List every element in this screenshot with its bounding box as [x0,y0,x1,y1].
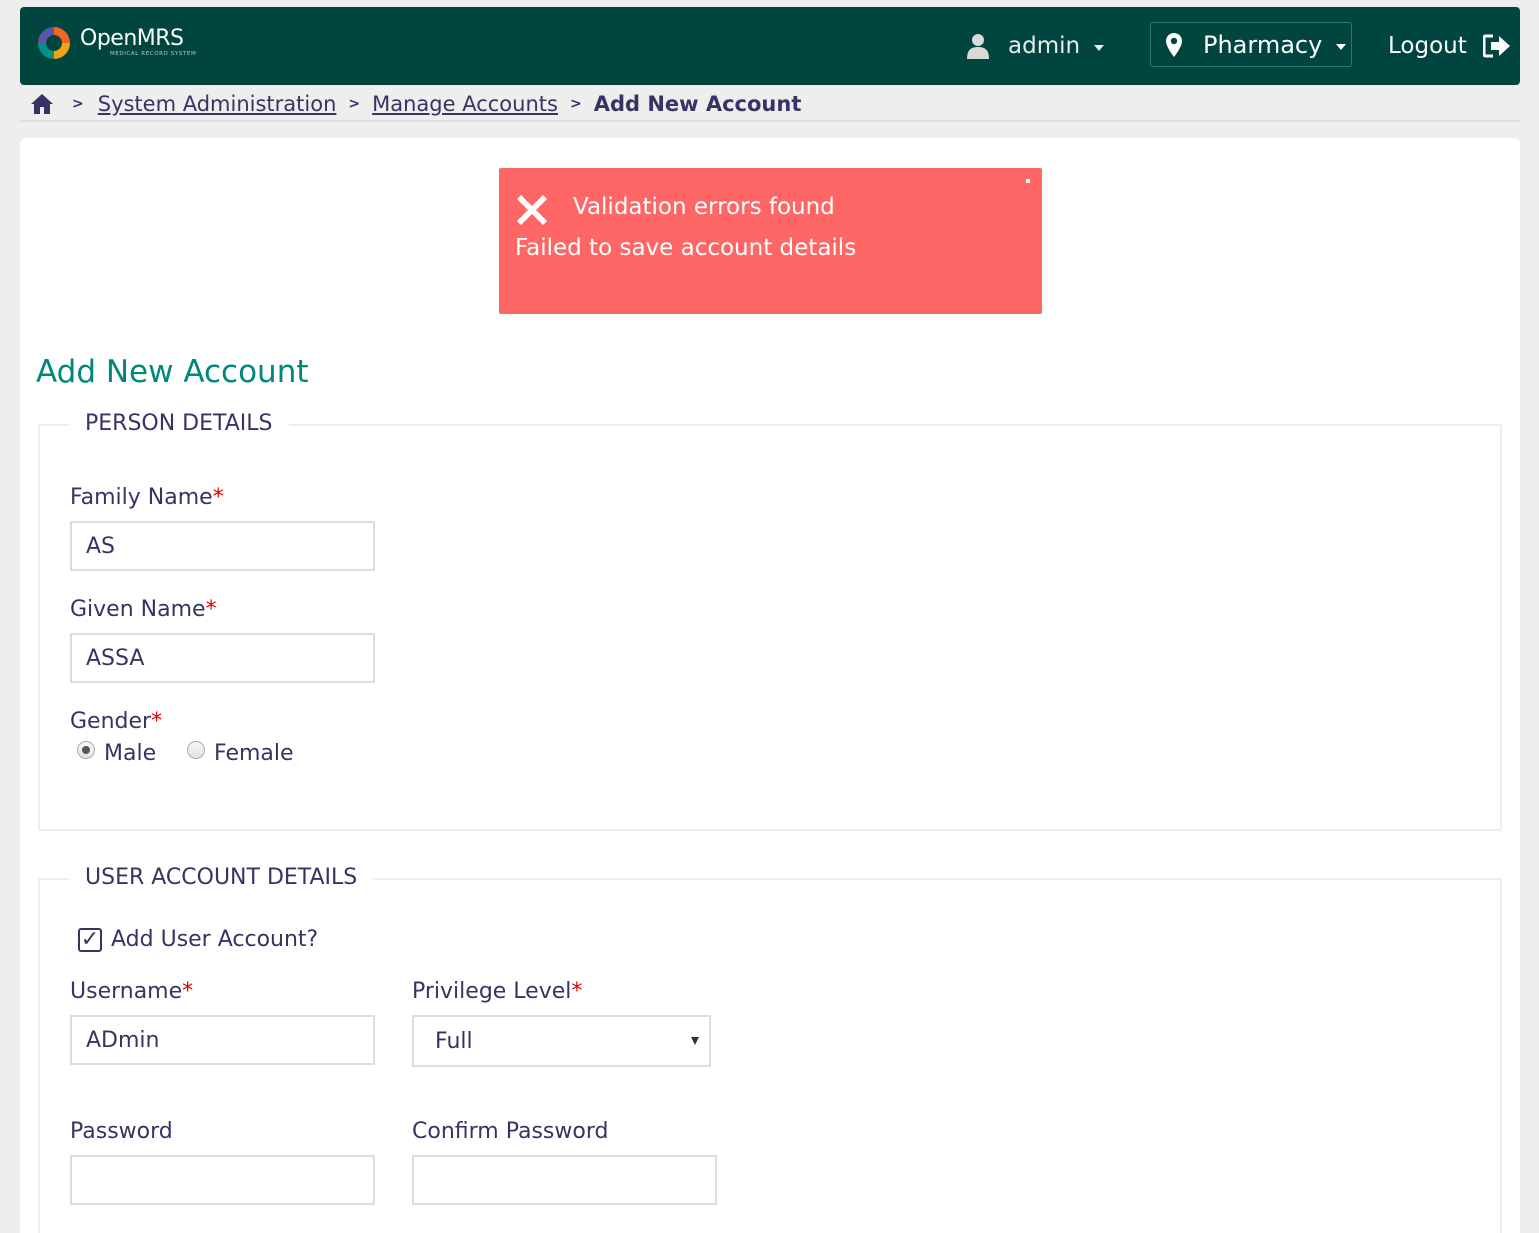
gender-male-radio[interactable] [77,741,95,759]
privilege-level-select[interactable]: Full [412,1015,711,1067]
gender-male-label[interactable]: Male [104,741,156,766]
map-pin-icon [1166,32,1182,57]
page-title: Add New Account [36,354,309,390]
username-label: Username* [70,979,194,1004]
error-alert: Validation errors found Failed to save a… [499,168,1042,314]
logo[interactable]: OpenMRS MEDICAL RECORD SYSTEM [34,23,196,63]
breadcrumb-system-administration[interactable]: System Administration [98,92,337,116]
logout-label: Logout [1388,33,1467,59]
confirm-password-label: Confirm Password [412,1119,609,1144]
breadcrumb-manage-accounts[interactable]: Manage Accounts [372,92,558,116]
add-user-account-checkbox[interactable]: ✓ [78,928,102,952]
password-label: Password [70,1119,173,1144]
chevron-right-icon: > [569,96,582,112]
person-details-section [38,424,1502,831]
password-input[interactable] [70,1155,375,1205]
given-name-label: Given Name* [70,597,217,622]
logo-subtitle: MEDICAL RECORD SYSTEM [110,51,197,58]
alert-title: Validation errors found [573,194,835,220]
gender-female-label[interactable]: Female [214,741,294,766]
privilege-level-value: Full [435,1028,473,1054]
location-name: Pharmacy [1203,30,1323,59]
main-content: Validation errors found Failed to save a… [20,138,1520,1233]
logout-button[interactable]: Logout [1388,28,1511,64]
chevron-right-icon: > [72,96,84,112]
user-menu[interactable]: admin [966,28,1105,64]
logo-title: OpenMRS [80,26,184,52]
person-details-legend: PERSON DETAILS [69,411,289,436]
user-account-legend: USER ACCOUNT DETAILS [69,865,374,890]
logout-icon [1482,34,1510,58]
home-icon[interactable] [30,93,54,115]
confirm-password-input[interactable] [412,1155,717,1205]
username-input[interactable] [70,1015,375,1065]
gender-female-radio[interactable] [187,741,205,759]
chevron-down-icon [691,1037,699,1045]
breadcrumb: > System Administration > Manage Account… [20,88,1520,122]
logo-icon [38,27,70,59]
privilege-level-label: Privilege Level* [412,979,583,1004]
location-selector[interactable]: Pharmacy [1150,22,1352,67]
alert-message: Failed to save account details [515,235,857,261]
family-name-label: Family Name* [70,485,224,510]
user-icon [967,34,989,59]
family-name-input[interactable] [70,521,375,571]
user-name: admin [1008,33,1081,59]
given-name-input[interactable] [70,633,375,683]
add-user-account-label[interactable]: Add User Account? [111,927,318,952]
breadcrumb-current: Add New Account [593,92,802,116]
chevron-down-icon [1336,43,1347,50]
top-header: OpenMRS MEDICAL RECORD SYSTEM admin Phar… [20,7,1520,85]
chevron-down-icon [1094,45,1105,51]
close-icon[interactable] [1026,179,1030,183]
gender-label: Gender* [70,709,163,734]
error-x-icon [517,195,547,225]
chevron-right-icon: > [348,96,361,112]
